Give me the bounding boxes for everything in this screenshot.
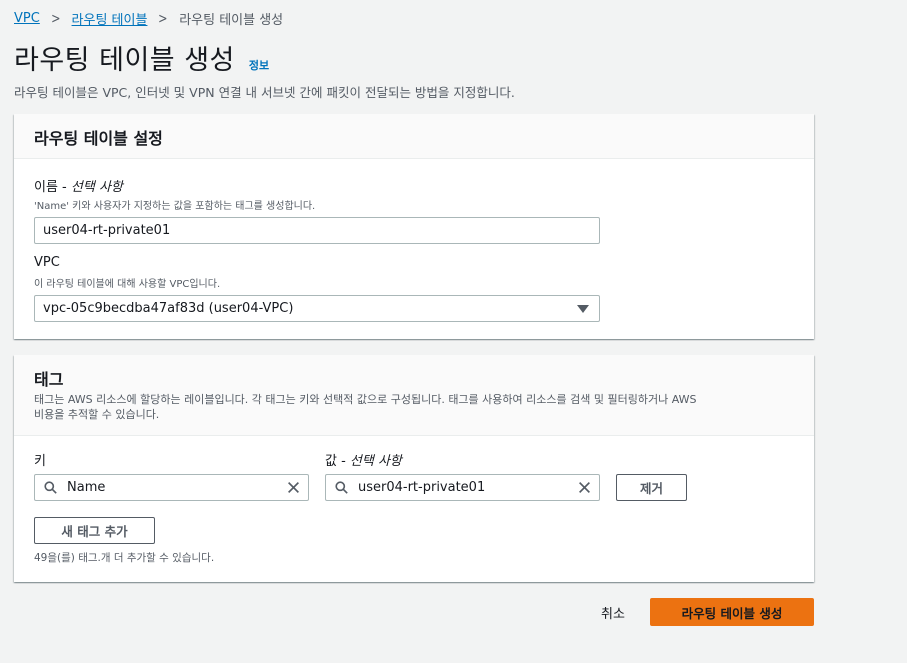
tags-panel-title: 태그 bbox=[34, 370, 64, 389]
tag-key-column-label: 키 bbox=[34, 454, 46, 469]
breadcrumb-vpc-link[interactable]: VPC bbox=[14, 11, 40, 26]
page-description: 라우팅 테이블은 VPC, 인터넷 및 VPN 연결 내 서브넷 간에 패킷이 … bbox=[14, 85, 515, 100]
clear-icon[interactable] bbox=[578, 481, 591, 494]
cancel-button[interactable]: 취소 bbox=[601, 603, 625, 622]
vpc-select-value: vpc-05c9becdba47af83d (user04-VPC) bbox=[43, 301, 294, 316]
name-field-hint: 'Name' 키와 사용자가 지정하는 값을 포함하는 태그를 생성합니다. bbox=[34, 201, 316, 212]
value-optional-text: 선택 사항 bbox=[349, 454, 402, 469]
tag-key-input[interactable]: Name bbox=[34, 474, 309, 501]
breadcrumb-route-tables-link[interactable]: 라우팅 테이블 bbox=[72, 9, 148, 28]
name-input[interactable]: user04-rt-private01 bbox=[34, 217, 600, 244]
vpc-select[interactable]: vpc-05c9becdba47af83d (user04-VPC) bbox=[34, 295, 600, 322]
remove-tag-button[interactable]: 제거 bbox=[616, 474, 687, 501]
tags-panel: 태그 태그는 AWS 리소스에 할당하는 레이블입니다. 각 태그는 키와 선택… bbox=[14, 355, 814, 582]
vpc-field-label: VPC bbox=[34, 255, 60, 270]
search-icon bbox=[335, 481, 348, 494]
search-icon bbox=[44, 481, 57, 494]
settings-panel-title: 라우팅 테이블 설정 bbox=[34, 129, 163, 148]
name-label-text: 이름 - bbox=[34, 180, 71, 195]
route-table-settings-panel: 라우팅 테이블 설정 이름 - 선택 사항 'Name' 키와 사용자가 지정하… bbox=[14, 114, 814, 339]
clear-icon[interactable] bbox=[287, 481, 300, 494]
chevron-right-icon: > bbox=[50, 10, 61, 27]
tags-remaining-text: 49을(를) 태그.개 더 추가할 수 있습니다. bbox=[34, 552, 215, 564]
tags-panel-header: 태그 태그는 AWS 리소스에 할당하는 레이블입니다. 각 태그는 키와 선택… bbox=[14, 355, 814, 436]
tag-value-value: user04-rt-private01 bbox=[358, 480, 486, 495]
name-field-label: 이름 - 선택 사항 bbox=[34, 176, 123, 195]
vpc-field-hint: 이 라우팅 테이블에 대해 사용할 VPC입니다. bbox=[34, 279, 221, 290]
tags-description-line-2: 비용을 추적할 수 있습니다. bbox=[34, 408, 160, 421]
page: VPC > 라우팅 테이블 > 라우팅 테이블 생성 라우팅 테이블 생성 정보… bbox=[0, 0, 907, 663]
chevron-right-icon: > bbox=[158, 10, 169, 27]
value-label-text: 값 - bbox=[325, 454, 350, 469]
add-new-tag-button[interactable]: 새 태그 추가 bbox=[34, 517, 155, 544]
name-optional-text: 선택 사항 bbox=[70, 180, 123, 195]
settings-panel-header: 라우팅 테이블 설정 bbox=[14, 114, 814, 159]
breadcrumb-current: 라우팅 테이블 생성 bbox=[179, 13, 284, 28]
tag-value-input[interactable]: user04-rt-private01 bbox=[325, 474, 600, 501]
tags-description-line-1: 태그는 AWS 리소스에 할당하는 레이블입니다. 각 태그는 키와 선택적 값… bbox=[34, 393, 697, 406]
create-route-table-button[interactable]: 라우팅 테이블 생성 bbox=[650, 598, 814, 626]
page-title: 라우팅 테이블 생성 bbox=[14, 45, 235, 76]
tag-value-column-label: 값 - 선택 사항 bbox=[325, 450, 402, 469]
tag-key-value: Name bbox=[67, 480, 106, 495]
breadcrumb: VPC > 라우팅 테이블 > 라우팅 테이블 생성 bbox=[14, 9, 284, 29]
tags-panel-description: 태그는 AWS 리소스에 할당하는 레이블입니다. 각 태그는 키와 선택적 값… bbox=[34, 392, 794, 422]
page-title-row: 라우팅 테이블 생성 정보 bbox=[14, 38, 269, 77]
caret-down-icon bbox=[577, 305, 589, 313]
info-link[interactable]: 정보 bbox=[249, 57, 269, 73]
